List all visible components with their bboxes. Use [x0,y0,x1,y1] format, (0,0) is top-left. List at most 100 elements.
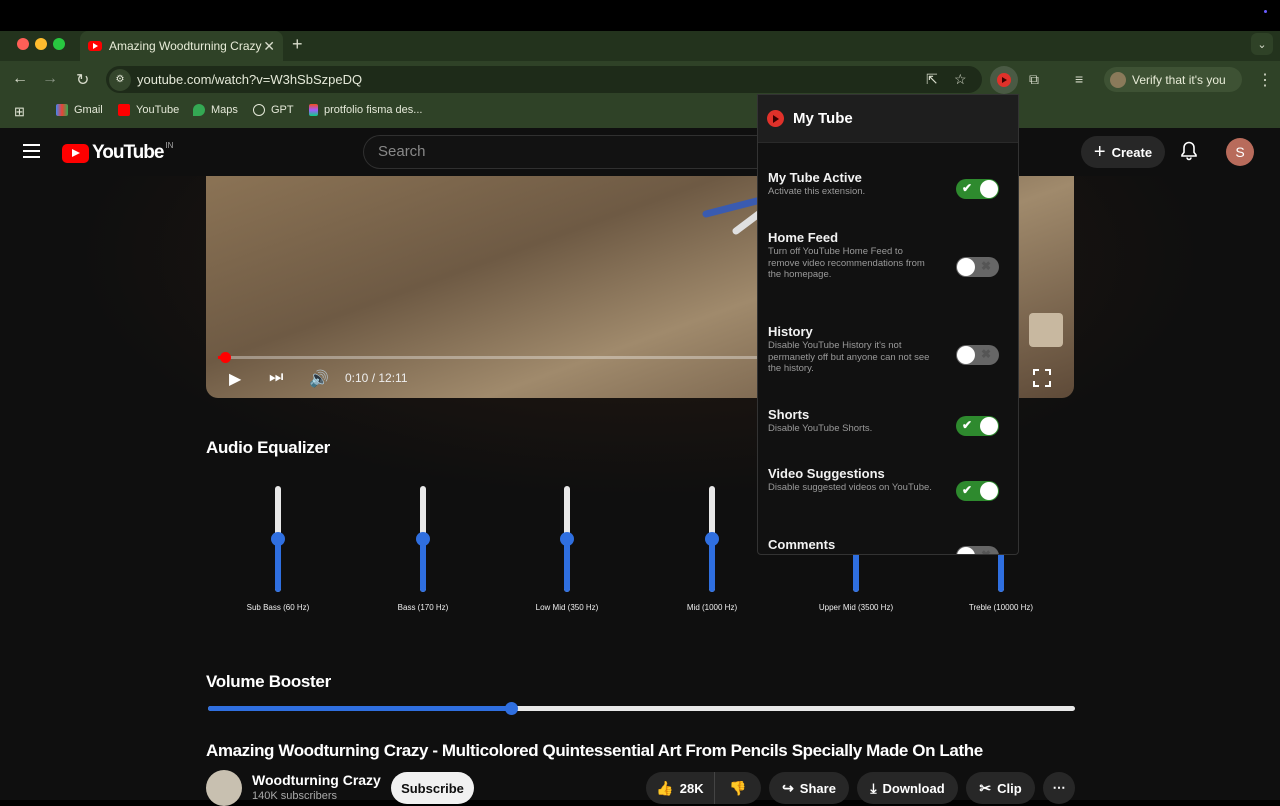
media-queue-icon[interactable]: ≡ [1075,71,1083,87]
video-title: Amazing Woodturning Crazy - Multicolored… [206,741,983,760]
download-button[interactable]: ⤓ Download [857,772,958,804]
option-toggle[interactable]: ✖ [956,546,999,555]
play-icon[interactable]: ▶ [229,369,241,389]
option-description: Disable YouTube History it's not permane… [768,340,930,374]
eq-slider-1[interactable] [416,486,430,592]
volume-booster-slider[interactable] [208,702,1075,715]
mytube-logo-icon [997,73,1011,87]
eq-thumb[interactable] [705,532,719,546]
bookmark-figma[interactable]: protfolio fisma des... [309,104,422,116]
create-button[interactable]: + Create [1081,136,1165,168]
eq-label: Bass (170 Hz) [397,603,449,612]
option-toggle[interactable]: ✖ [956,345,999,365]
like-button[interactable]: 👍 28K [646,772,714,804]
bookmark-youtube[interactable]: YouTube [118,104,179,116]
verify-label: Verify that it's you [1132,72,1226,87]
eq-thumb[interactable] [271,532,285,546]
eq-fill [275,539,281,592]
subscriber-count: 140K subscribers [252,790,337,802]
video-time: 0:10 / 12:11 [345,371,408,385]
dislike-button[interactable]: 👎 [714,772,761,804]
channel-watermark[interactable] [1029,313,1063,347]
eq-thumb[interactable] [416,532,430,546]
bookmark-star-icon[interactable]: ☆ [954,71,967,88]
eq-fill [709,539,715,592]
volume-booster-fill [208,706,512,711]
address-bar[interactable]: ⚙ youtube.com/watch?v=W3hSbSzpeDQ [106,66,982,93]
option-title: Home Feed [768,230,839,245]
option-description: Turn off YouTube Home Feed to remove vid… [768,246,925,280]
more-actions-icon[interactable]: ⋯ [1043,772,1075,804]
verify-identity-chip[interactable]: Verify that it's you [1104,67,1242,92]
toggle-knob [980,180,998,198]
popup-title: My Tube [793,110,853,127]
forward-arrow-icon[interactable]: → [42,70,58,88]
eq-slider-0[interactable] [271,486,285,592]
check-icon: ✔ [962,418,973,432]
x-icon: ✖ [980,548,991,555]
maps-pin-icon [193,104,205,116]
tab-search-chevron-icon[interactable]: ⌄ [1251,33,1273,55]
profile-avatar [1110,71,1126,88]
eq-label: Mid (1000 Hz) [686,603,738,612]
extensions-puzzle-icon[interactable]: ⧉ [1029,71,1039,88]
option-toggle[interactable]: ✔ [956,416,999,436]
check-icon: ✔ [962,483,973,497]
tab-title: Amazing Woodturning Crazy [109,39,262,53]
eq-slider-2[interactable] [560,486,574,592]
subscribe-button[interactable]: Subscribe [391,772,474,804]
eq-slider-3[interactable] [705,486,719,592]
youtube-play-logo-icon [62,143,89,163]
browser-menu-icon[interactable]: ⋮ [1257,70,1273,90]
close-window-button[interactable] [17,38,29,50]
minimize-window-button[interactable] [35,38,47,50]
account-avatar[interactable]: S [1226,138,1254,166]
bookmark-maps[interactable]: Maps [193,104,238,116]
reload-icon[interactable]: ↻ [76,70,89,90]
region-code: IN [165,140,174,150]
new-tab-icon[interactable]: + [292,34,303,55]
thumbs-down-icon: 👎 [729,779,747,796]
figma-icon [309,104,318,116]
apps-grid-icon[interactable]: ⊞ [14,104,25,120]
eq-label: Sub Bass (60 Hz) [246,603,310,612]
eq-fill [420,539,426,592]
toggle-knob [957,258,975,276]
youtube-logo[interactable]: YouTube IN [62,140,174,164]
toggle-knob [980,482,998,500]
open-in-app-icon[interactable]: ⇱ [926,71,938,88]
openai-icon [253,104,265,116]
fullscreen-icon[interactable] [1033,369,1051,387]
tab-close-icon[interactable]: ✕ [263,38,275,55]
notification-dot [1264,10,1267,13]
option-toggle[interactable]: ✖ [956,257,999,277]
notifications-bell-icon[interactable] [1180,141,1198,161]
channel-avatar[interactable] [206,770,242,806]
option-toggle[interactable]: ✔ [956,481,999,501]
browser-tab[interactable]: Amazing Woodturning Crazy ✕ [80,31,283,61]
hamburger-menu-icon[interactable] [23,144,40,158]
eq-label: Treble (10000 Hz) [968,603,1034,612]
option-description: Disable YouTube Shorts. [768,423,873,434]
next-video-icon[interactable]: ⏭ [269,369,283,387]
option-toggle[interactable]: ✔ [956,179,999,199]
mytube-extension-button[interactable] [990,66,1018,94]
maximize-window-button[interactable] [53,38,65,50]
clip-button[interactable]: ✂ Clip [966,772,1035,804]
bookmark-gpt[interactable]: GPT [253,104,294,116]
back-arrow-icon[interactable]: ← [12,70,28,88]
toggle-knob [980,417,998,435]
site-settings-icon[interactable]: ⚙ [109,68,131,91]
youtube-icon [118,104,130,116]
share-arrow-icon: ↪ [782,779,794,796]
share-button[interactable]: ↪ Share [769,772,849,804]
channel-name[interactable]: Woodturning Crazy [252,772,381,788]
volume-icon[interactable]: 🔊 [309,369,329,389]
bookmark-gmail[interactable]: Gmail [56,104,103,116]
eq-thumb[interactable] [560,532,574,546]
window-titlebar [0,0,1280,31]
equalizer-heading: Audio Equalizer [206,438,330,457]
video-progress-bar[interactable] [218,352,758,363]
search-input[interactable]: Search [363,135,763,169]
volume-booster-heading: Volume Booster [206,672,331,691]
